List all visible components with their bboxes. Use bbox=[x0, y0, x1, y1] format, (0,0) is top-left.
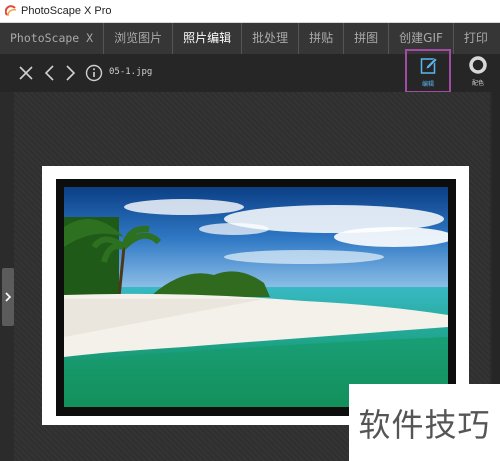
edit-button[interactable]: 编辑 bbox=[405, 49, 451, 93]
menu-viewer[interactable]: 浏览图片 bbox=[104, 23, 174, 54]
edit-pencil-icon bbox=[420, 57, 438, 74]
beach-photo[interactable] bbox=[64, 187, 448, 407]
menu-collage[interactable]: 拼贴 bbox=[299, 23, 345, 54]
menu-print[interactable]: 打印 bbox=[454, 23, 498, 54]
menu-combine[interactable]: 拼图 bbox=[344, 23, 390, 54]
chevron-left-icon[interactable] bbox=[40, 63, 60, 83]
info-icon[interactable] bbox=[84, 63, 104, 83]
chevron-right-icon bbox=[5, 292, 12, 302]
menu-photoscape-x[interactable]: PhotoScape X bbox=[0, 23, 105, 54]
watermark: 软件技巧 bbox=[349, 384, 500, 461]
app-logo-icon bbox=[5, 5, 17, 17]
file-name: 05-1.jpg bbox=[109, 67, 153, 77]
ring-icon bbox=[469, 56, 487, 74]
color-label: 配色 bbox=[471, 80, 484, 87]
chevron-right-icon[interactable] bbox=[60, 63, 80, 83]
menu-editor[interactable]: 照片编辑 bbox=[173, 23, 243, 54]
title-bar: PhotoScape X Pro bbox=[0, 0, 500, 23]
menu-batch[interactable]: 批处理 bbox=[242, 23, 300, 54]
close-icon[interactable] bbox=[16, 63, 36, 83]
watermark-text: 软件技巧 bbox=[358, 405, 491, 444]
edit-label: 编辑 bbox=[421, 81, 434, 88]
app-title: PhotoScape X Pro bbox=[21, 5, 112, 17]
beach-image bbox=[64, 187, 448, 407]
color-button[interactable]: 配色 bbox=[464, 54, 492, 90]
panel-toggle-button[interactable] bbox=[2, 268, 14, 326]
